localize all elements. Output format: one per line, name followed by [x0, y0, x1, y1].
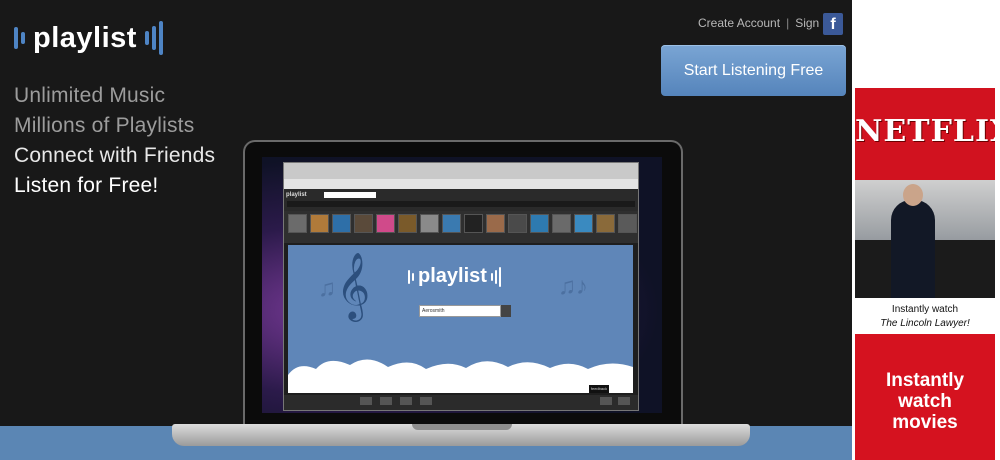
link-separator: | [786, 16, 790, 30]
ad-cta-line2: watch [898, 391, 952, 412]
playlist-home-page: 𝄞 ♫ ♫♪ playlist Aerosmith [288, 245, 633, 393]
tagline-listen-free: Listen for Free! [14, 174, 159, 197]
playlist-thumbnail [618, 214, 637, 233]
page-logo: playlist [408, 265, 501, 288]
mini-player-bar [287, 201, 635, 207]
sound-wave-icon [144, 20, 163, 56]
playlist-logo[interactable]: playlist [14, 20, 163, 56]
ad-cta-line1: Instantly [885, 370, 965, 391]
footer-button [420, 397, 432, 405]
playlist-thumbnail [486, 214, 505, 233]
account-links: Create Account | Sign In [698, 16, 833, 30]
search-icon [501, 305, 511, 317]
man-figure [891, 200, 935, 298]
footer-button [618, 397, 630, 405]
facebook-icon[interactable]: f [823, 13, 843, 35]
ad-photo [855, 180, 995, 298]
netflix-logo: NETFLIX [855, 114, 995, 149]
footer-button [360, 397, 372, 405]
playlist-thumbnail [376, 214, 395, 233]
feedback-tab: feedback [589, 385, 609, 393]
create-account-link[interactable]: Create Account [698, 16, 780, 30]
laptop-notch [412, 424, 512, 430]
playlist-thumbnail [398, 214, 417, 233]
browser-window-screenshot: playlist 𝄞 ♫ ♫♪ playlist Aerosmith feedb… [283, 162, 639, 411]
ad-logo-area: NETFLIX [855, 88, 995, 180]
treble-clef-icon: 𝄞 [336, 253, 371, 318]
app-toolbar: playlist [284, 189, 638, 211]
netflix-ad[interactable]: NETFLIX Instantly watch The Lincoln Lawy… [855, 88, 995, 460]
music-notes-icon: ♫ [318, 275, 336, 302]
sound-wave-icon [14, 20, 25, 56]
playlist-thumbnail [530, 214, 549, 233]
tagline-unlimited-music: Unlimited Music [14, 84, 166, 107]
sound-wave-icon [490, 266, 501, 288]
playlist-thumbnail [442, 214, 461, 233]
landing-page: playlist Create Account | Sign In f Star… [0, 0, 852, 460]
ad-cta-line3: movies [892, 412, 958, 433]
tagline-connect-friends: Connect with Friends [14, 144, 216, 167]
footer-button [380, 397, 392, 405]
ad-cta-text[interactable]: Instantly watch movies [855, 334, 995, 460]
man-head [903, 184, 923, 206]
playlist-thumbnail [332, 214, 351, 233]
playlist-thumbnail [596, 214, 615, 233]
playlist-thumbnail [464, 214, 483, 233]
start-listening-button[interactable]: Start Listening Free [661, 45, 846, 96]
music-notes-icon: ♫♪ [558, 273, 588, 300]
browser-tab-strip [284, 163, 638, 179]
playlist-thumbnail [420, 214, 439, 233]
playlist-thumbnail [288, 214, 307, 233]
mini-search-input [324, 192, 376, 198]
page-search-input: Aerosmith [419, 305, 501, 317]
footer-button [600, 397, 612, 405]
ad-caption-movie: The Lincoln Lawyer! [880, 318, 970, 329]
footer-button [400, 397, 412, 405]
sound-wave-icon [408, 266, 414, 288]
playlist-thumbnail [354, 214, 373, 233]
browser-address-bar [284, 179, 638, 189]
ad-caption-line1: Instantly watch [891, 304, 959, 315]
playlist-thumbnail [508, 214, 527, 233]
playlist-thumbnails [284, 211, 638, 243]
playlist-thumbnail [310, 214, 329, 233]
app-footer-bar [284, 395, 638, 410]
clouds [288, 359, 633, 393]
ad-caption: Instantly watch The Lincoln Lawyer! [855, 298, 995, 334]
tagline-millions-playlists: Millions of Playlists [14, 114, 195, 137]
playlist-thumbnail [574, 214, 593, 233]
mini-logo: playlist [286, 192, 307, 198]
playlist-thumbnail [552, 214, 571, 233]
logo-text: playlist [33, 21, 137, 54]
